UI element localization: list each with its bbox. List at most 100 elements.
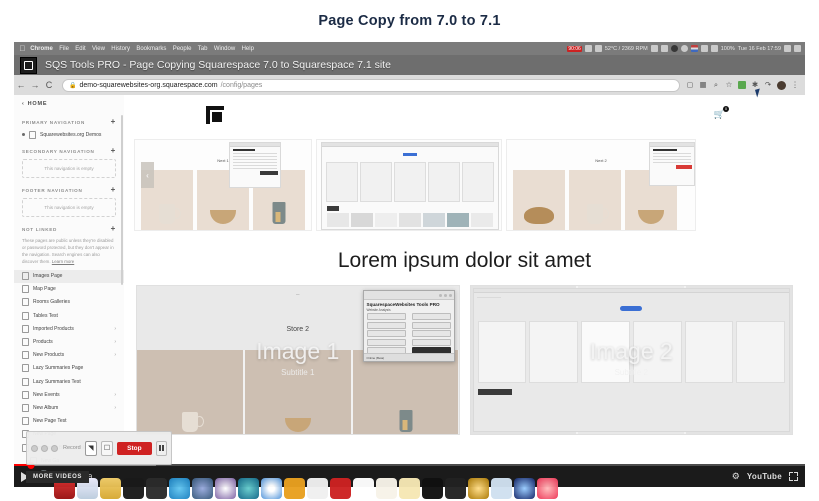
menu-people[interactable]: People — [170, 46, 195, 52]
cart-icon[interactable]: 🛒 0 — [714, 106, 729, 120]
menu-chrome[interactable]: Chrome — [27, 46, 56, 52]
gear-icon[interactable]: ⚙ — [732, 471, 740, 482]
tools-option-row[interactable] — [366, 330, 406, 338]
page-icon — [22, 311, 29, 320]
sidebar-item-images-page[interactable]: Images Page — [14, 269, 124, 283]
menu-help[interactable]: Help — [238, 46, 257, 52]
sidebar-item-new-album[interactable]: New Album › — [14, 401, 124, 414]
tools-option-row[interactable] — [366, 321, 406, 329]
sidebar-item-tables-test[interactable]: Tables Test — [14, 309, 124, 322]
menu-history[interactable]: History — [108, 46, 133, 52]
sidebar-item-rooms-galleries[interactable]: Rooms Galleries — [14, 296, 124, 309]
clock-icon[interactable] — [680, 45, 688, 52]
address-bar[interactable]: 🔒 demo-squarewebsites-org.squarespace.co… — [62, 78, 680, 92]
menu-edit[interactable]: Edit — [72, 46, 89, 52]
signal-icon[interactable] — [594, 45, 602, 52]
add-page-icon-footer[interactable]: + — [111, 186, 116, 194]
sidebar-item-label: New Events — [33, 391, 60, 398]
users-icon[interactable] — [650, 45, 658, 52]
spotlight-search-icon[interactable] — [784, 45, 791, 52]
chrome-menu-icon[interactable]: ⋮ — [791, 81, 799, 89]
input-language-icon[interactable] — [690, 45, 698, 52]
sidebar-item-lazy-summaries-test[interactable]: Lazy Summaries Test — [14, 375, 124, 388]
add-page-icon-not-linked[interactable]: + — [111, 225, 116, 233]
forward-icon[interactable]: → — [28, 80, 42, 90]
qr-code-icon[interactable]: ▦ — [699, 81, 707, 89]
sidebar-scrollbar[interactable] — [121, 115, 123, 285]
carousel-slide-2[interactable] — [316, 139, 502, 231]
maximize-icon[interactable] — [443, 293, 447, 297]
section-title: FOOTER NAVIGATION — [22, 187, 83, 193]
chevron-right-icon[interactable]: › — [114, 352, 116, 358]
add-page-icon-secondary[interactable]: + — [111, 147, 116, 155]
recorder-stop-button[interactable]: Stop — [117, 441, 152, 455]
fullscreen-icon[interactable] — [789, 472, 798, 481]
drag-handle-icon[interactable] — [22, 133, 25, 137]
sidebar-item-new-events[interactable]: New Events › — [14, 388, 124, 401]
display-icon[interactable] — [584, 45, 592, 52]
preview-panel-image-2[interactable]: Image 2 Subtitle 2 — [469, 285, 793, 435]
menu-view[interactable]: View — [89, 46, 108, 52]
site-preview[interactable]: 🛒 0 Next 1 ‹ Next 2 Lorem ipsum dolor si… — [124, 95, 805, 487]
carousel-slide-3[interactable]: Next 2 — [506, 139, 696, 231]
wifi-icon[interactable] — [700, 45, 708, 52]
secondary-nav-empty: This navigation is empty — [22, 159, 116, 179]
media-cast-icon[interactable]: ◻ — [686, 81, 694, 89]
minimize-icon[interactable] — [438, 293, 442, 297]
image-carousel[interactable]: Next 1 ‹ Next 2 — [128, 139, 801, 231]
site-logo-icon[interactable] — [206, 106, 224, 124]
menu-window[interactable]: Window — [211, 46, 239, 52]
tools-action-button[interactable] — [411, 321, 451, 329]
sidebar-item-squarewebsites-demos[interactable]: Squarewebsites.org Demos — [14, 128, 124, 141]
product-tile[interactable] — [513, 170, 565, 230]
recorder-region-tool-icon[interactable]: ☐ — [100, 440, 114, 456]
more-videos-label[interactable]: MORE VIDEOS — [26, 471, 89, 483]
chevron-right-icon[interactable]: › — [114, 405, 116, 411]
product-tile[interactable] — [569, 170, 621, 230]
control-center-icon[interactable] — [794, 45, 801, 52]
carousel-slide-1[interactable]: Next 1 ‹ — [134, 139, 312, 231]
youtube-player-bar[interactable]: 🔊 0:04 / 2:59 ⚙ YouTube — [14, 461, 805, 487]
apple-menu-icon[interactable]:  — [18, 44, 27, 53]
close-icon[interactable] — [448, 293, 452, 297]
sidebar-item-lazy-summaries-page[interactable]: Lazy Summaries Page — [14, 362, 124, 375]
menu-tab[interactable]: Tab — [195, 46, 211, 52]
menu-bar-status-area: 90:06 52°C / 2369 RPM 100% Tue 16 Feb 17… — [567, 45, 801, 52]
tools-action-button[interactable] — [411, 330, 451, 338]
screen-recorder-toolbar[interactable]: Record ◥ ☐ Stop — [26, 431, 172, 465]
volume-icon[interactable] — [710, 45, 718, 52]
avatar[interactable] — [777, 80, 786, 90]
search-icon[interactable]: ⌕ — [712, 81, 720, 89]
bookmark-star-icon[interactable]: ☆ — [725, 81, 733, 89]
tools-option-row[interactable] — [366, 313, 406, 321]
extension-sqs-tools-icon[interactable] — [738, 81, 746, 89]
sidebar-item-new-page-test[interactable]: New Page Test — [14, 415, 124, 428]
sidebar-home-link[interactable]: ‹ HOME — [14, 95, 124, 112]
video-frame[interactable]:  Chrome File Edit View History Bookmark… — [14, 42, 805, 487]
chevron-right-icon[interactable]: › — [114, 326, 116, 332]
chevron-right-icon[interactable]: › — [114, 339, 116, 345]
recorder-pointer-tool-icon[interactable]: ◥ — [84, 440, 97, 456]
carousel-prev-button[interactable]: ‹ — [141, 162, 154, 188]
pages-sidebar[interactable]: ‹ HOME PRIMARY NAVIGATION + Squarewebsit… — [14, 95, 125, 487]
usb-icon[interactable] — [660, 45, 668, 52]
back-icon[interactable]: ← — [14, 80, 28, 90]
tools-action-button[interactable] — [411, 313, 451, 321]
overlay-thumb — [375, 213, 397, 227]
sidebar-item-new-products[interactable]: New Products › — [14, 349, 124, 362]
tools-window-titlebar[interactable] — [363, 291, 454, 300]
preview-panel-image-1[interactable]: — Store 2 SquarespaceWebsites Tools PRO … — [136, 285, 460, 435]
add-page-icon-primary[interactable]: + — [111, 118, 116, 126]
sidebar-item-products[interactable]: Products › — [14, 335, 124, 348]
youtube-logo[interactable]: YouTube — [747, 472, 782, 481]
sidebar-item-imported-products[interactable]: Imported Products › — [14, 322, 124, 335]
menu-file[interactable]: File — [56, 46, 72, 52]
recorder-pause-button[interactable] — [155, 440, 168, 456]
sidebar-item-map-page[interactable]: Map Page — [14, 283, 124, 296]
reload-icon[interactable]: C — [42, 80, 56, 90]
bluetooth-icon[interactable] — [670, 45, 678, 52]
share-icon[interactable]: ↷ — [764, 81, 772, 89]
menu-bookmarks[interactable]: Bookmarks — [133, 46, 169, 52]
chevron-right-icon[interactable]: › — [114, 392, 116, 398]
learn-more-link[interactable]: Learn more — [52, 259, 74, 264]
